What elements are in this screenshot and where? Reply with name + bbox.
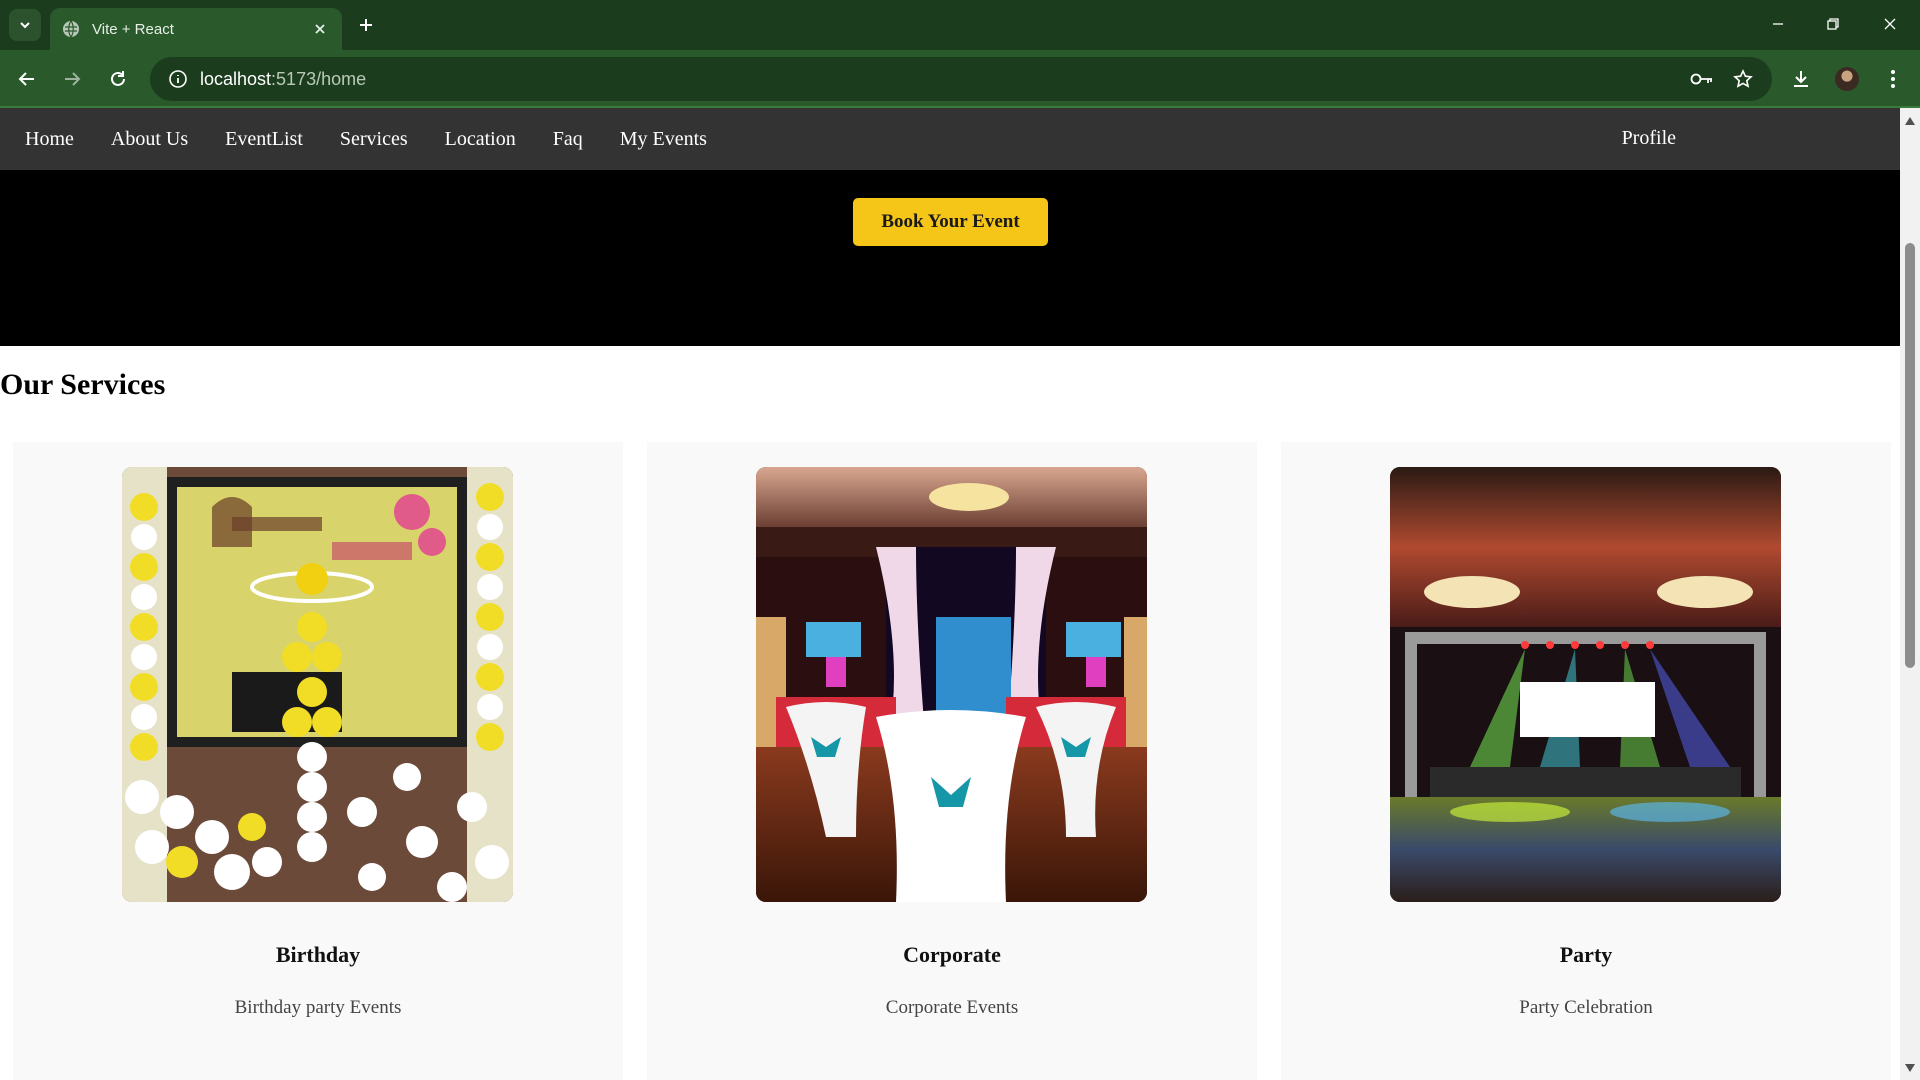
password-key-icon[interactable]: [1688, 65, 1716, 93]
nav-my-events[interactable]: My Events: [620, 128, 707, 151]
scroll-up-icon[interactable]: [1905, 116, 1915, 126]
avatar: [1835, 67, 1859, 91]
url-path: :5173/home: [271, 68, 367, 89]
site-info-icon[interactable]: [156, 57, 200, 101]
reload-button[interactable]: [102, 63, 134, 95]
restore-icon: [1827, 18, 1839, 30]
arrow-right-icon: [65, 72, 81, 86]
birthday-photo: [122, 467, 513, 902]
minimize-icon: [1773, 23, 1783, 25]
tab-title: Vite + React: [92, 20, 174, 38]
downloads-button[interactable]: [1785, 63, 1817, 95]
profile-button[interactable]: [1831, 63, 1863, 95]
service-card-birthday[interactable]: Birthday Birthday party Events: [13, 442, 623, 1080]
tab-search-button[interactable]: [9, 9, 41, 41]
hero-banner: Book Your Event: [0, 170, 1900, 346]
page-viewport: Home About Us EventList Services Locatio…: [0, 108, 1900, 1080]
arrow-left-icon: [18, 72, 34, 86]
nav-services[interactable]: Services: [340, 128, 408, 151]
chevron-down-icon: [20, 22, 30, 29]
browser-toolbar: localhost:5173/home: [0, 50, 1920, 108]
site-navbar: Home About Us EventList Services Locatio…: [0, 108, 1900, 170]
service-card-title: Birthday: [275, 942, 361, 967]
service-card-title: Party: [1559, 942, 1613, 967]
party-photo: [1390, 467, 1781, 902]
close-window-button[interactable]: [1870, 8, 1910, 40]
service-card-party[interactable]: Party Party Celebration: [1281, 442, 1891, 1080]
globe-icon: [62, 20, 80, 38]
nav-profile[interactable]: Profile: [1622, 127, 1676, 150]
nav-about-us[interactable]: About Us: [111, 128, 188, 151]
bookmark-star-icon[interactable]: [1729, 65, 1757, 93]
forward-button[interactable]: [56, 63, 88, 95]
nav-event-list[interactable]: EventList: [225, 128, 303, 151]
nav-location[interactable]: Location: [445, 128, 516, 151]
corporate-photo: [756, 467, 1147, 902]
nav-home[interactable]: Home: [25, 128, 74, 151]
scroll-down-icon[interactable]: [1905, 1063, 1915, 1073]
service-card-corporate[interactable]: Corporate Corporate Events: [647, 442, 1257, 1080]
back-button[interactable]: [11, 63, 43, 95]
nav-faq[interactable]: Faq: [553, 128, 583, 151]
kebab-menu-icon: [1891, 70, 1895, 88]
close-icon: [1884, 18, 1896, 30]
close-tab-icon[interactable]: [310, 19, 330, 39]
service-card-description: Party Celebration: [1519, 997, 1653, 1018]
page-scrollbar[interactable]: [1900, 108, 1920, 1080]
menu-button[interactable]: [1877, 63, 1909, 95]
plus-icon: [360, 19, 372, 31]
book-event-button[interactable]: Book Your Event: [853, 198, 1048, 246]
service-card-title: Corporate: [903, 942, 1001, 967]
restore-button[interactable]: [1813, 8, 1853, 40]
browser-tab[interactable]: Vite + React: [50, 8, 342, 50]
reload-icon: [111, 71, 125, 86]
download-icon: [1794, 71, 1808, 87]
service-card-description: Corporate Events: [885, 997, 1019, 1018]
services-heading: Our Services: [0, 368, 166, 401]
scrollbar-thumb[interactable]: [1905, 243, 1915, 668]
new-tab-button[interactable]: [352, 11, 380, 39]
address-bar[interactable]: localhost:5173/home: [150, 57, 1772, 101]
browser-tab-strip: Vite + React: [0, 0, 1920, 50]
service-card-description: Birthday party Events: [234, 997, 402, 1018]
minimize-button[interactable]: [1758, 8, 1798, 40]
url-host: localhost: [200, 68, 272, 89]
